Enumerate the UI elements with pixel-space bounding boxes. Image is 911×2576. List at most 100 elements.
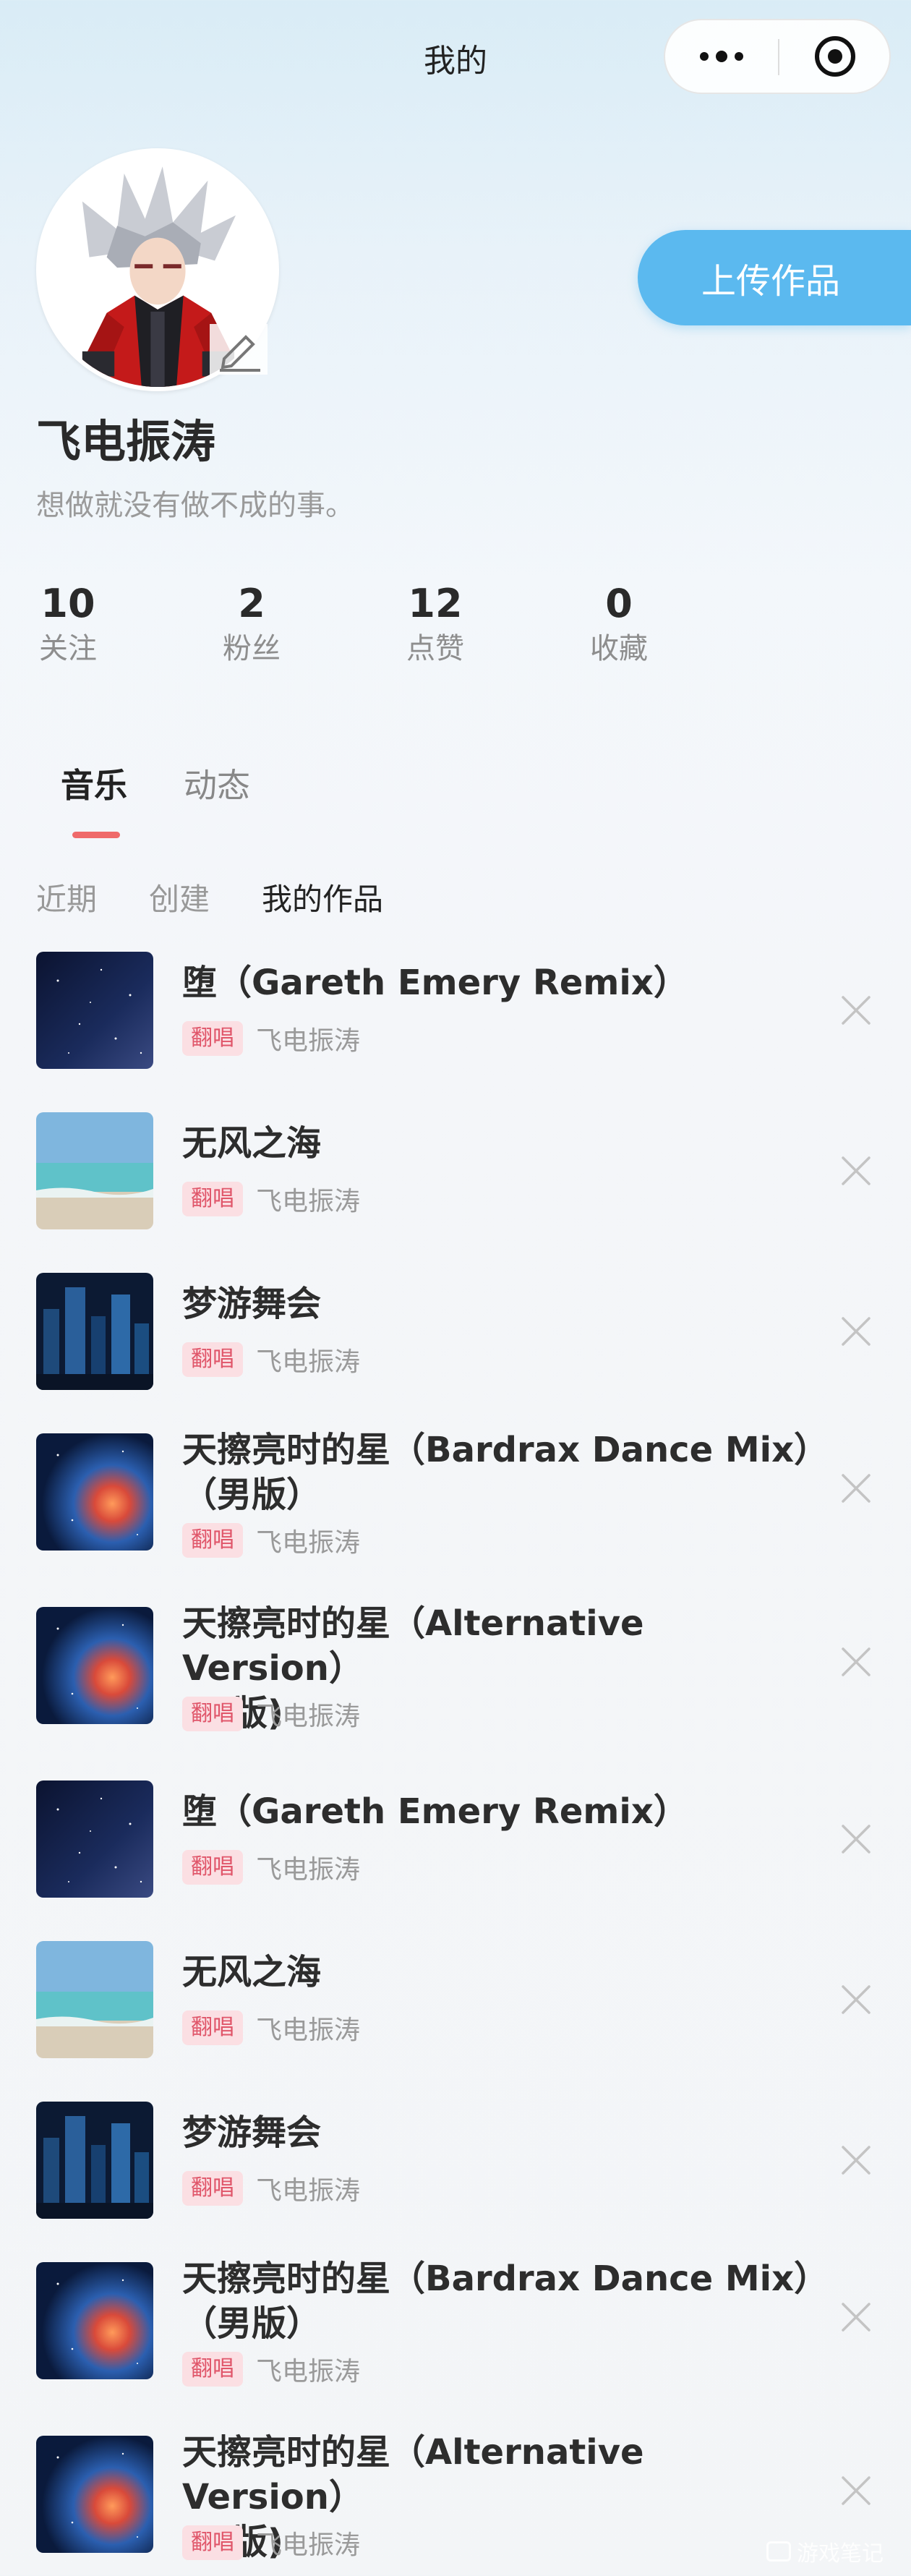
close-x-icon[interactable] [839, 1982, 873, 2017]
upload-work-button[interactable]: 上传作品 [638, 230, 911, 325]
close-x-icon[interactable] [839, 2300, 873, 2334]
close-x-icon[interactable] [839, 993, 873, 1028]
song-artist: 飞电振涛 [256, 1026, 361, 1056]
close-x-icon[interactable] [839, 1153, 873, 1188]
close-x-icon[interactable] [839, 1822, 873, 1856]
watermark: 游戏笔记 [766, 2536, 884, 2567]
cover-tag: 翻唱 [182, 2171, 243, 2206]
close-x-icon[interactable] [839, 2143, 873, 2178]
pencil-icon[interactable] [210, 324, 268, 375]
song-list-item[interactable]: 天擦亮时的星（Alternative Version）(男版)翻唱飞电振涛 [0, 1603, 911, 1752]
song-title-line: 天擦亮时的星（Bardrax Dance Mix） [182, 1430, 829, 1470]
song-title-line: 天擦亮时的星（Alternative Version） [182, 2432, 644, 2517]
close-x-icon[interactable] [839, 2473, 873, 2508]
user-bio: 想做就没有做不成的事。 [36, 489, 354, 522]
stat-label: 收藏 [590, 632, 648, 665]
tab-activity[interactable]: 动态 [184, 759, 250, 807]
song-artist: 飞电振涛 [256, 2530, 361, 2560]
song-list-item[interactable]: 无风之海翻唱 飞电振涛 [0, 1941, 911, 2058]
song-list-item[interactable]: 堕（Gareth Emery Remix） 翻唱 飞电振涛 [0, 1780, 911, 1898]
song-meta: 翻唱 飞电振涛 [182, 2350, 360, 2388]
cover-tag: 翻唱 [182, 2010, 243, 2045]
song-title-line: 无风之海 [182, 1952, 322, 1992]
song-cover [36, 1941, 153, 2058]
stat-followers[interactable]: 2 粉丝 [179, 579, 324, 668]
song-title-line: 天擦亮时的星（Bardrax Dance Mix） [182, 2259, 829, 2299]
song-list-item[interactable]: 梦游舞会翻唱 飞电振涛 [0, 2102, 911, 2219]
song-artist: 飞电振涛 [256, 2176, 361, 2206]
song-title-line: 无风之海 [182, 1123, 322, 1164]
song-artist: 飞电振涛 [256, 1528, 361, 1558]
song-title: 梦游舞会 [182, 2110, 818, 2155]
song-title-line: 堕（Gareth Emery Remix） [182, 963, 688, 1003]
stat-following[interactable]: 10 关注 [0, 579, 140, 668]
song-list-item[interactable]: 无风之海翻唱 飞电振涛 [0, 1112, 911, 1229]
song-title: 堕（Gareth Emery Remix） [182, 1789, 818, 1834]
song-meta: 翻唱 飞电振涛 [182, 1695, 360, 1733]
cover-tag: 翻唱 [182, 2352, 243, 2387]
cover-tag: 翻唱 [182, 1697, 243, 1731]
main-tabs: 音乐 动态 [0, 759, 911, 846]
close-x-icon[interactable] [839, 1471, 873, 1506]
subtab-my-works[interactable]: 我的作品 [262, 875, 383, 919]
song-title-line: 天擦亮时的星（Alternative Version） [182, 1603, 644, 1689]
song-cover [36, 1780, 153, 1898]
stat-label: 关注 [39, 632, 97, 665]
song-cover [36, 952, 153, 1069]
song-cover [36, 2102, 153, 2219]
stats-row: 10 关注 2 粉丝 12 点赞 0 收藏 [0, 579, 911, 673]
tab-music[interactable]: 音乐 [61, 759, 127, 807]
song-list-item[interactable]: 堕（Gareth Emery Remix） 翻唱 飞电振涛 [0, 952, 911, 1069]
song-meta: 翻唱 飞电振涛 [182, 2524, 360, 2562]
stat-value: 12 [408, 581, 463, 626]
target-circle-icon[interactable] [779, 20, 891, 93]
song-meta: 翻唱 飞电振涛 [182, 1522, 360, 1559]
nav-bar: 我的 [0, 0, 911, 116]
song-title-line: （男版） [182, 2303, 322, 2344]
tab-underline [72, 832, 120, 838]
song-meta: 翻唱 飞电振涛 [182, 1020, 360, 1057]
song-list-item[interactable]: 天擦亮时的星（Bardrax Dance Mix） （男版） 翻唱 飞电振涛 [0, 2259, 911, 2407]
song-cover [36, 2262, 153, 2379]
stat-favorites[interactable]: 0 收藏 [547, 579, 691, 668]
song-artist: 飞电振涛 [256, 1347, 361, 1377]
song-list-item[interactable]: 天擦亮时的星（Bardrax Dance Mix） （男版） 翻唱 飞电振涛 [0, 1430, 911, 1578]
song-cover [36, 1112, 153, 1229]
song-artist: 飞电振涛 [256, 2016, 361, 2045]
song-meta: 翻唱 飞电振涛 [182, 2009, 360, 2047]
cover-tag: 翻唱 [182, 1182, 243, 1216]
subtab-created[interactable]: 创建 [149, 875, 210, 919]
song-title: 堕（Gareth Emery Remix） [182, 960, 818, 1005]
song-title-line: （男版） [182, 1475, 322, 1515]
close-x-icon[interactable] [839, 1645, 873, 1679]
miniprogram-capsule [664, 19, 891, 94]
subtab-recent[interactable]: 近期 [36, 875, 97, 919]
song-title-line: 堕（Gareth Emery Remix） [182, 1791, 688, 1832]
song-cover [36, 2436, 153, 2553]
more-dots-icon[interactable] [665, 20, 778, 93]
cover-tag: 翻唱 [182, 1850, 243, 1885]
stat-value: 2 [238, 581, 265, 626]
stat-label: 粉丝 [223, 632, 281, 665]
song-meta: 翻唱 飞电振涛 [182, 1848, 360, 1886]
song-artist: 飞电振涛 [256, 1855, 361, 1885]
song-meta: 翻唱 飞电振涛 [182, 1341, 360, 1378]
sub-tabs: 近期 创建 我的作品 [0, 875, 911, 918]
song-meta: 翻唱 飞电振涛 [182, 1180, 360, 1218]
username: 飞电振涛 [36, 415, 216, 468]
song-title-line: 梦游舞会 [182, 1284, 322, 1324]
song-artist: 飞电振涛 [256, 1187, 361, 1216]
song-title-line: 梦游舞会 [182, 2112, 322, 2153]
song-title: 梦游舞会 [182, 1281, 818, 1326]
song-meta: 翻唱 飞电振涛 [182, 2170, 360, 2207]
close-x-icon[interactable] [839, 1314, 873, 1349]
song-title: 无风之海 [182, 1950, 818, 1995]
song-list-item[interactable]: 梦游舞会翻唱 飞电振涛 [0, 1273, 911, 1390]
song-title: 无风之海 [182, 1121, 818, 1166]
stat-value: 0 [605, 581, 633, 626]
song-title: 天擦亮时的星（Bardrax Dance Mix） （男版） [182, 2256, 829, 2346]
stat-likes[interactable]: 12 点赞 [363, 579, 508, 668]
cover-tag: 翻唱 [182, 1523, 243, 1558]
stat-value: 10 [40, 581, 95, 626]
song-title: 天擦亮时的星（Bardrax Dance Mix） （男版） [182, 1428, 829, 1517]
